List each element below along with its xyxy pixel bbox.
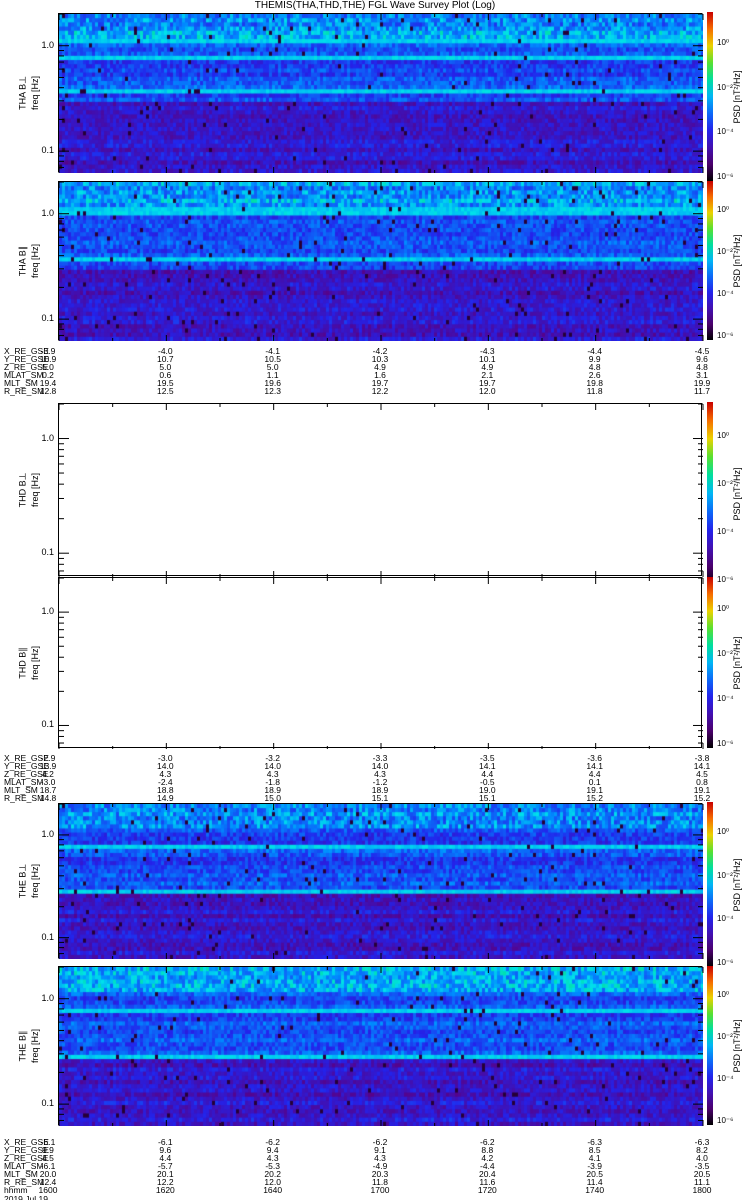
colorbar-label: PSD [nT²/Hz] bbox=[732, 1018, 742, 1073]
colorbar-tick-label: 10⁻⁴ bbox=[717, 1073, 734, 1083]
panel-probe-label: THA B⊥ bbox=[17, 75, 28, 110]
ephemeris-value: 1740 bbox=[585, 1185, 605, 1195]
ephemeris-value: 12.2 bbox=[371, 386, 389, 396]
panel-probe-label: THE B∥ bbox=[17, 1029, 28, 1062]
ephemeris-value: 12.8 bbox=[39, 386, 57, 396]
colorbar-tick-label: 10⁻² bbox=[717, 247, 733, 257]
y-axis-label: freq [Hz] bbox=[30, 1028, 40, 1063]
colorbar-tick-label: 10⁻² bbox=[717, 82, 733, 92]
plot-title: THEMIS(THA,THD,THE) FGL Wave Survey Plot… bbox=[254, 0, 496, 11]
axis-ticks bbox=[58, 966, 704, 1126]
y-axis-label: freq [Hz] bbox=[30, 472, 40, 507]
spectrogram-panel bbox=[58, 403, 704, 577]
panel-probe-label: THA B∥ bbox=[17, 245, 28, 276]
colorbar-tick-label: 10⁻⁶ bbox=[717, 171, 734, 181]
ephemeris-value: 15.0 bbox=[264, 793, 281, 803]
y-tick-label: 0.1 bbox=[41, 547, 54, 558]
ephemeris-value: 12.0 bbox=[479, 386, 496, 396]
colorbar-tick-label: 10⁻⁶ bbox=[717, 575, 734, 585]
ephemeris-value: 1640 bbox=[263, 1185, 283, 1195]
panel-probe-label: THD B∥ bbox=[17, 646, 28, 679]
colorbar bbox=[707, 802, 713, 967]
y-tick-label: 1.0 bbox=[41, 207, 54, 218]
y-tick-label: 1.0 bbox=[41, 432, 54, 443]
axis-ticks bbox=[58, 577, 704, 749]
colorbar-tick-label: 10⁻² bbox=[717, 478, 733, 488]
colorbar-tick-label: 10⁻⁴ bbox=[717, 914, 734, 924]
ephemeris-row-label: R_RE_SM bbox=[4, 793, 45, 803]
y-tick-label: 0.1 bbox=[41, 313, 54, 324]
colorbar-label: PSD [nT²/Hz] bbox=[732, 69, 742, 124]
ephemeris-value: 15.2 bbox=[586, 793, 603, 803]
axis-ticks bbox=[58, 13, 704, 173]
ephemeris-value: 15.2 bbox=[693, 793, 711, 803]
ephemeris-value: 1720 bbox=[477, 1185, 497, 1195]
colorbar bbox=[707, 181, 713, 340]
panel-probe-label: THE B⊥ bbox=[17, 863, 28, 898]
spectrogram-panel bbox=[58, 966, 704, 1126]
colorbar-label: PSD [nT²/Hz] bbox=[732, 233, 742, 288]
spectrogram-panel bbox=[58, 577, 704, 749]
y-axis-label: freq [Hz] bbox=[30, 863, 40, 898]
ephemeris-value: 12.3 bbox=[264, 386, 281, 396]
spectrogram-panel bbox=[58, 181, 704, 341]
colorbar-tick-label: 10⁻² bbox=[717, 1032, 733, 1042]
colorbar-label: PSD [nT²/Hz] bbox=[732, 857, 742, 912]
colorbar-label: PSD [nT²/Hz] bbox=[732, 466, 742, 521]
ephemeris-value: 11.7 bbox=[694, 386, 710, 396]
colorbar-tick-label: 10⁻² bbox=[717, 870, 733, 880]
colorbar-tick-label: 10⁻⁴ bbox=[717, 127, 734, 137]
ephemeris-value: 15.1 bbox=[479, 793, 496, 803]
ephemeris-value: 14.8 bbox=[39, 793, 57, 803]
colorbar-tick-label: 10⁻⁴ bbox=[717, 527, 734, 537]
colorbar-tick-label: 10⁻⁴ bbox=[717, 693, 734, 703]
ephemeris-value: 14.9 bbox=[157, 793, 174, 803]
colorbar-tick-label: 10⁻⁶ bbox=[717, 330, 734, 340]
colorbar bbox=[707, 12, 713, 181]
ephemeris-row-label: R_RE_SM bbox=[4, 386, 45, 396]
axis-ticks bbox=[58, 803, 704, 959]
spectrogram-panel bbox=[58, 803, 704, 959]
y-axis-label: freq [Hz] bbox=[30, 75, 40, 110]
y-axis-label: freq [Hz] bbox=[30, 645, 40, 680]
y-axis-label: freq [Hz] bbox=[30, 243, 40, 278]
y-tick-label: 0.1 bbox=[41, 1098, 54, 1109]
date-label: 2019 Jul 19 bbox=[4, 1194, 48, 1200]
colorbar-tick-label: 10⁰ bbox=[717, 205, 730, 215]
plot-figure: THEMIS(THA,THD,THE) FGL Wave Survey Plot… bbox=[0, 0, 750, 1200]
spectrogram-panel bbox=[58, 13, 704, 173]
colorbar-tick-label: 10⁻⁶ bbox=[717, 957, 734, 967]
y-tick-label: 1.0 bbox=[41, 39, 54, 50]
axis-ticks bbox=[58, 181, 704, 341]
y-tick-label: 1.0 bbox=[41, 606, 54, 617]
colorbar-tick-label: 10⁻⁶ bbox=[717, 738, 734, 748]
colorbar-tick-label: 10⁰ bbox=[717, 990, 730, 1000]
colorbar-tick-label: 10⁰ bbox=[717, 603, 730, 613]
y-tick-label: 1.0 bbox=[41, 992, 54, 1003]
ephemeris-value: 1800 bbox=[692, 1185, 712, 1195]
colorbar-tick-label: 10⁻² bbox=[717, 648, 733, 658]
colorbar bbox=[707, 577, 713, 748]
ephemeris-value: 11.8 bbox=[586, 386, 603, 396]
ephemeris-value: 1620 bbox=[155, 1185, 175, 1195]
y-tick-label: 1.0 bbox=[41, 828, 54, 839]
colorbar-tick-label: 10⁻⁴ bbox=[717, 288, 734, 298]
ephemeris-value: 1700 bbox=[370, 1185, 390, 1195]
ephemeris-row-label: hhmm bbox=[4, 1185, 28, 1195]
ephemeris-value: 15.1 bbox=[371, 793, 389, 803]
colorbar bbox=[707, 966, 713, 1125]
axis-ticks bbox=[58, 403, 704, 577]
colorbar-tick-label: 10⁰ bbox=[717, 38, 730, 48]
y-tick-label: 0.1 bbox=[41, 145, 54, 156]
colorbar bbox=[707, 402, 713, 585]
colorbar-label: PSD [nT²/Hz] bbox=[732, 635, 742, 690]
colorbar-tick-label: 10⁰ bbox=[717, 430, 730, 440]
ephemeris-value: 12.5 bbox=[157, 386, 174, 396]
ephemeris-value: 1600 bbox=[38, 1185, 58, 1195]
y-tick-label: 0.1 bbox=[41, 719, 54, 730]
colorbar-tick-label: 10⁻⁶ bbox=[717, 1115, 734, 1125]
y-tick-label: 0.1 bbox=[41, 931, 54, 942]
colorbar-tick-label: 10⁰ bbox=[717, 827, 730, 837]
panel-probe-label: THD B⊥ bbox=[17, 472, 28, 507]
